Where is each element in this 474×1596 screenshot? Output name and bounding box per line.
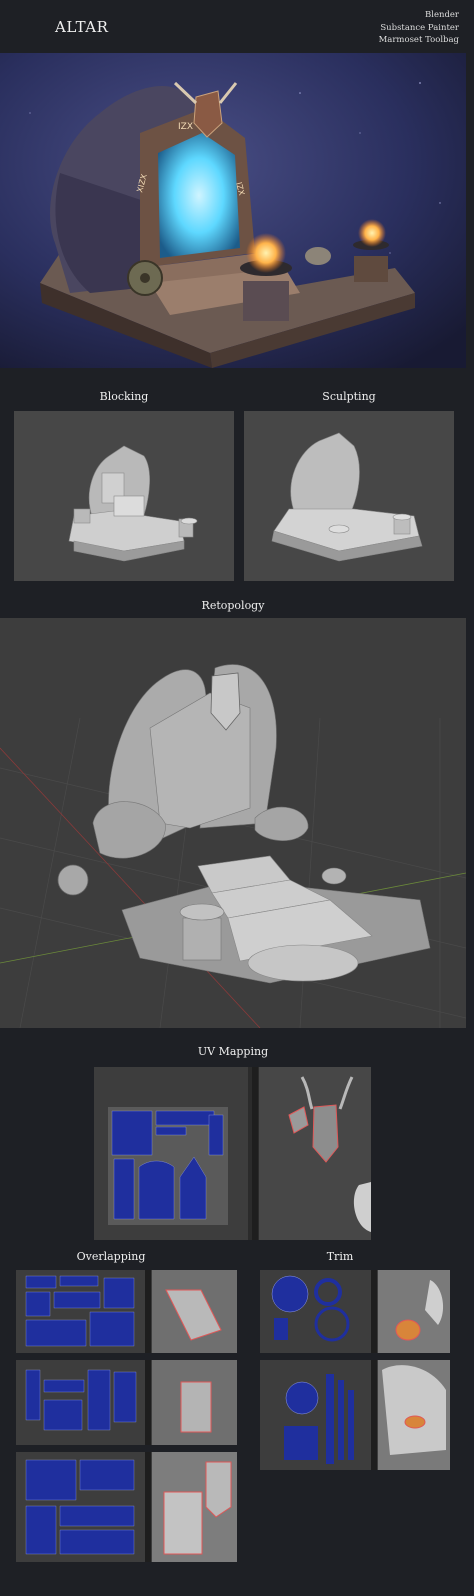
rune-0: IZX [178, 122, 193, 132]
trim-panel-2 [260, 1360, 450, 1470]
section-title-sculpting: Sculpting [322, 390, 376, 403]
sculpting-viewport [244, 411, 454, 581]
hero-render: IZX XIZX IZX [0, 53, 466, 368]
section-title-trim: Trim [326, 1250, 354, 1263]
section-title-blocking: Blocking [99, 390, 149, 403]
overlapping-panel-1 [16, 1270, 237, 1353]
tool-marmoset-toolbag: Marmoset Toolbag [378, 35, 459, 45]
trim-panel-1 [260, 1270, 450, 1353]
blocking-viewport [14, 411, 234, 581]
tool-substance-painter: Substance Painter [380, 22, 459, 33]
section-title-overlapping: Overlapping [76, 1250, 146, 1263]
uv-mapping-panel [94, 1067, 371, 1240]
project-title: ALTAR [55, 18, 109, 36]
overlapping-panel-3 [16, 1452, 237, 1562]
retopology-viewport [0, 618, 466, 1028]
tool-blender: Blender [424, 10, 459, 20]
tools-list: Blender Substance Painter Marmoset Toolb… [379, 9, 459, 47]
section-title-uv-mapping: UV Mapping [197, 1045, 269, 1058]
overlapping-panel-2 [16, 1360, 237, 1445]
section-title-retopology: Retopology [201, 599, 265, 612]
